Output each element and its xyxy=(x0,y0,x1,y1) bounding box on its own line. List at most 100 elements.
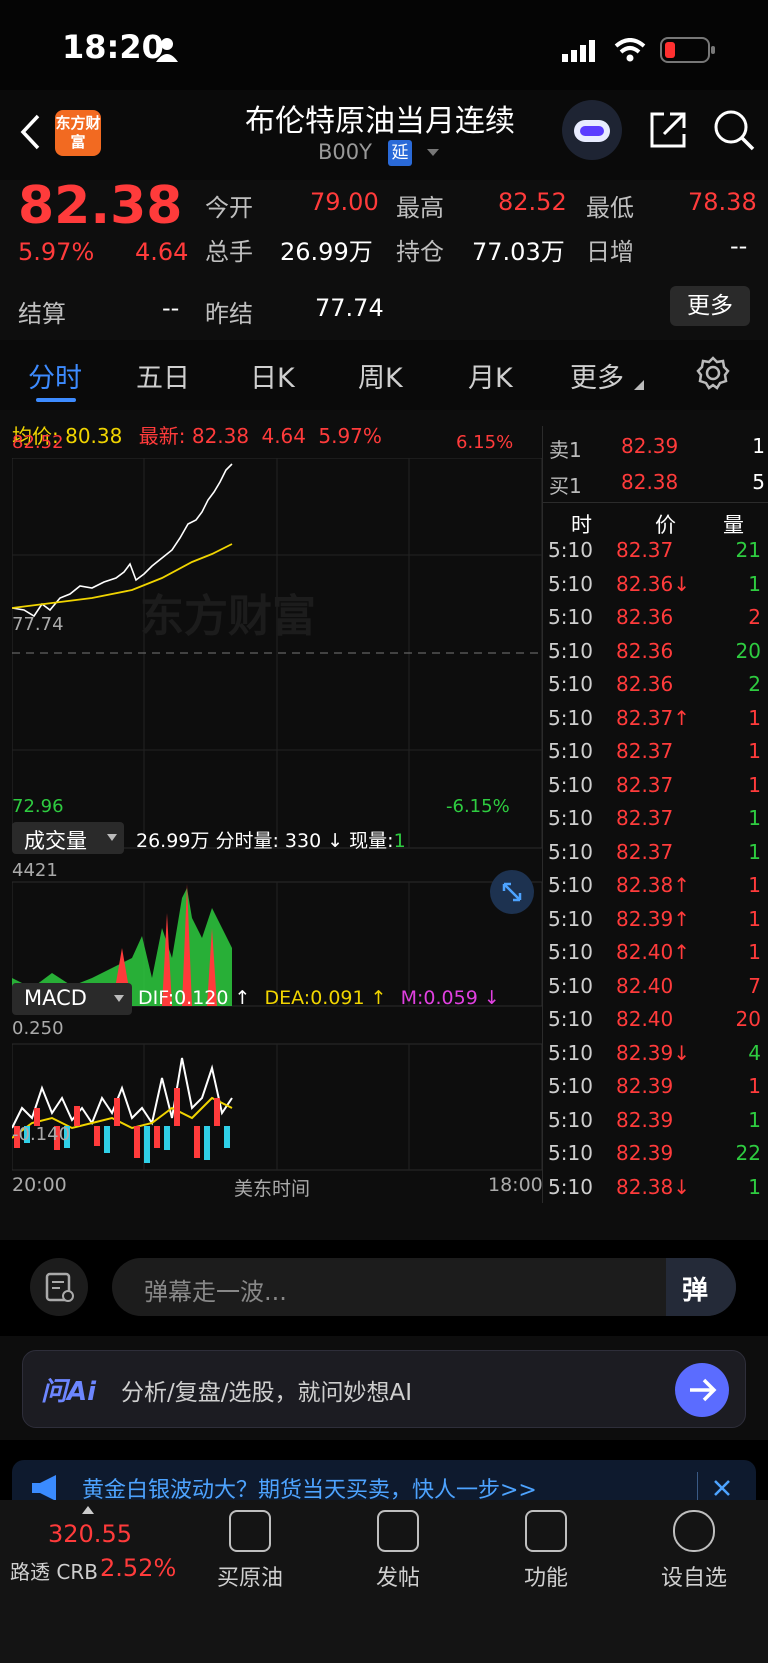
tick-price: 82.37 xyxy=(616,772,674,797)
expand-icon[interactable] xyxy=(490,870,534,914)
person-icon xyxy=(156,38,178,62)
tick-qty: 1 xyxy=(748,873,761,897)
chart-top-price: 82.52 xyxy=(12,432,64,453)
search-icon[interactable] xyxy=(712,108,756,152)
nav-functions[interactable]: 功能 xyxy=(486,1510,606,1592)
macd-dea: DEA:0.091 ↑ xyxy=(264,987,387,1009)
quote-panel: 82.38 5.97% 4.64 结算 -- 今开 79.00 最高 82.52… xyxy=(0,176,768,340)
tick-time: 5:10 xyxy=(548,1007,593,1031)
tab-daily-k[interactable]: 日K xyxy=(250,356,295,395)
dropdown-caret-icon xyxy=(107,834,117,841)
arrow-right-icon[interactable] xyxy=(675,1363,729,1417)
robot-avatar-icon[interactable] xyxy=(562,100,622,160)
tick-time: 5:10 xyxy=(548,638,593,663)
time-axis-start: 20:00 xyxy=(12,1174,67,1196)
open-value: 79.00 xyxy=(310,188,379,216)
current-volume: 1 xyxy=(393,830,406,852)
tab-monthly-k[interactable]: 月K xyxy=(468,356,513,395)
tick-time: 5:10 xyxy=(548,1141,593,1165)
tick-price: 82.36 xyxy=(616,672,674,696)
tab-five-day[interactable]: 五日 xyxy=(136,356,190,395)
tick-price: 82.37 xyxy=(616,839,674,864)
nav-buy-oil-label: 买原油 xyxy=(216,1566,283,1591)
tick-row: 5:10 82.37 21 xyxy=(548,538,763,571)
tick-time: 5:10 xyxy=(548,1174,593,1199)
tick-time: 5:10 xyxy=(548,772,593,797)
more-button[interactable]: 更多 xyxy=(670,286,750,326)
tick-time: 5:10 xyxy=(548,839,593,864)
close-icon[interactable] xyxy=(712,1478,732,1498)
high-value: 82.52 xyxy=(498,188,567,216)
tick-qty: 1 xyxy=(748,806,761,830)
tab-weekly-k[interactable]: 周K xyxy=(358,356,403,395)
tick-price: 82.37↑ xyxy=(616,705,691,730)
volume-max: 4421 xyxy=(12,860,58,881)
open-interest-label: 持仓 xyxy=(396,238,444,266)
grid-icon xyxy=(525,1510,567,1552)
nav-buy-oil[interactable]: 买原油 xyxy=(190,1510,310,1592)
tick-price: 82.39 xyxy=(616,1141,674,1165)
high-label: 最高 xyxy=(396,194,444,222)
tick-row: 5:10 82.39↓ 4 xyxy=(548,1041,763,1074)
tab-intraday[interactable]: 分时 xyxy=(28,356,82,395)
danmaku-button-label: 弹 xyxy=(682,1276,709,1306)
low-label: 最低 xyxy=(586,194,634,222)
nav-post[interactable]: 发帖 xyxy=(338,1510,458,1592)
volume-total: 26.99万 xyxy=(136,830,210,852)
back-arrow-icon[interactable] xyxy=(18,112,42,152)
intraday-chart[interactable] xyxy=(12,458,542,1178)
header: 东方财富 布伦特原油当月连续 B00Y 延 xyxy=(0,90,768,180)
page-title: 布伦特原油当月连续 xyxy=(245,104,515,139)
contract-code[interactable]: B00Y xyxy=(318,140,372,164)
tick-qty: 1 xyxy=(748,906,761,931)
chevron-down-icon[interactable] xyxy=(426,148,440,158)
ai-prompt[interactable]: 问Ai 分析/复盘/选股，就问妙想AI xyxy=(22,1350,746,1428)
tick-row: 5:10 82.39 1 xyxy=(548,1074,763,1107)
tick-volume: 分时量: 330 ↓ xyxy=(215,830,344,852)
macd-dif: DIF:0.120 ↑ xyxy=(138,987,251,1009)
tick-qty: 20 xyxy=(735,638,761,663)
tick-time: 5:10 xyxy=(548,605,593,629)
status-time: 18:20 xyxy=(62,28,164,66)
volume-value: 26.99万 xyxy=(280,238,373,266)
index-name[interactable]: 路透 CRB xyxy=(10,1556,98,1585)
tick-time: 5:10 xyxy=(548,940,593,964)
tick-qty: 1 xyxy=(748,772,761,797)
dropdown-caret-icon xyxy=(114,995,124,1002)
tick-time: 5:10 xyxy=(548,705,593,730)
dif-line xyxy=(12,1057,233,1129)
chart-top-pct: 6.15% xyxy=(456,432,514,453)
tick-row: 5:10 82.38↓ 1 xyxy=(548,1175,763,1208)
danmaku-input[interactable]: 弹幕走一波... 弹 xyxy=(112,1258,736,1316)
tick-row: 5:10 82.37 1 xyxy=(548,840,763,873)
tick-price: 82.40 xyxy=(616,973,674,998)
tick-price: 82.39↑ xyxy=(616,906,691,931)
danmaku-button[interactable]: 弹 xyxy=(666,1258,736,1316)
macd-info: DIF:0.120 ↑ DEA:0.091 ↑ M:0.059 ↓ xyxy=(138,987,500,1009)
tick-price: 82.37 xyxy=(616,739,674,763)
volume-label: 总手 xyxy=(205,238,253,266)
gear-icon[interactable] xyxy=(696,356,730,390)
macd-selector[interactable]: MACD xyxy=(12,983,132,1015)
watermark: 东方财富 xyxy=(140,591,316,642)
tab-more[interactable]: 更多 xyxy=(570,356,624,395)
tick-price: 82.39 xyxy=(616,1074,674,1098)
wifi-icon xyxy=(614,38,646,62)
tick-row: 5:10 82.37↑ 1 xyxy=(548,706,763,739)
signal-icon xyxy=(562,40,595,62)
danmaku-bar: 弹幕走一波... 弹 xyxy=(0,1240,768,1340)
tick-time: 5:10 xyxy=(548,806,593,830)
share-icon[interactable] xyxy=(648,110,688,150)
index-value[interactable]: 320.55 xyxy=(48,1520,132,1548)
index-pct[interactable]: 2.52% xyxy=(100,1554,176,1582)
tick-price: 82.37 xyxy=(616,538,674,562)
nav-add-watchlist[interactable]: 设自选 xyxy=(634,1510,754,1592)
danmaku-settings-icon[interactable] xyxy=(30,1258,88,1316)
tick-row: 5:10 82.39 1 xyxy=(548,1108,763,1141)
tick-qty: 2 xyxy=(748,672,761,696)
tick-qty: 1 xyxy=(748,571,761,596)
tick-time: 5:10 xyxy=(548,571,593,596)
volume-selector[interactable]: 成交量 xyxy=(12,822,124,854)
tick-row: 5:10 82.40↑ 1 xyxy=(548,940,763,973)
app-logo-text: 东方财富 xyxy=(55,114,101,151)
